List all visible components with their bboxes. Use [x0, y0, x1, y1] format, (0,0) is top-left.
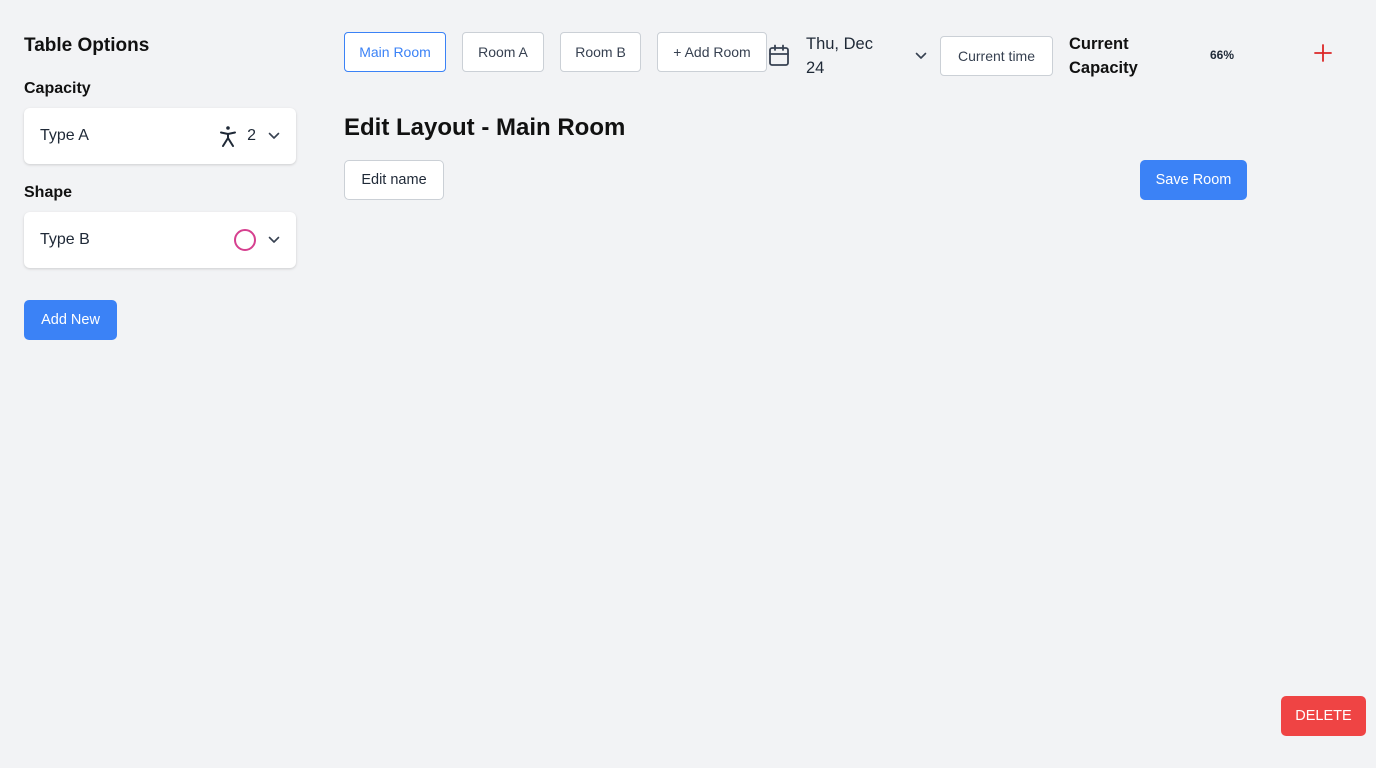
- chevron-down-icon: [915, 52, 927, 60]
- calendar-icon: [767, 44, 791, 68]
- date-value: Thu, Dec 24: [806, 35, 873, 77]
- tab-room-a[interactable]: Room A: [462, 32, 544, 72]
- date-picker[interactable]: Thu, Dec 24: [767, 34, 927, 78]
- capacity-select-value: Type A: [40, 127, 89, 144]
- capacity-count: 2: [247, 127, 256, 144]
- add-new-button[interactable]: Add New: [24, 300, 117, 340]
- sidebar-title: Table Options: [24, 35, 150, 56]
- current-time-button[interactable]: Current time: [940, 36, 1053, 76]
- chevron-down-icon: [268, 236, 280, 244]
- tab-room-b[interactable]: Room B: [560, 32, 641, 72]
- delete-button[interactable]: DELETE: [1281, 696, 1366, 736]
- page-title: Edit Layout - Main Room: [344, 114, 626, 141]
- circle-shape-icon: [234, 229, 256, 251]
- add-room-button[interactable]: + Add Room: [657, 32, 767, 72]
- shape-select-value: Type B: [40, 231, 90, 248]
- person-icon: [219, 125, 237, 147]
- table-options-sidebar: Table Options Capacity Type A 2 Shape Ty…: [24, 34, 296, 340]
- chevron-down-icon: [268, 132, 280, 140]
- capacity-label: Capacity: [24, 80, 91, 97]
- current-capacity-value: 66%: [1210, 48, 1235, 62]
- capacity-select[interactable]: Type A 2: [24, 108, 296, 164]
- edit-name-button[interactable]: Edit name: [344, 160, 444, 200]
- shape-select[interactable]: Type B: [24, 212, 296, 268]
- plus-icon[interactable]: [1311, 41, 1335, 65]
- shape-label: Shape: [24, 184, 73, 201]
- save-room-button[interactable]: Save Room: [1140, 160, 1247, 200]
- current-capacity-label: Current Capacity: [1069, 35, 1138, 77]
- tab-main-room[interactable]: Main Room: [344, 32, 446, 72]
